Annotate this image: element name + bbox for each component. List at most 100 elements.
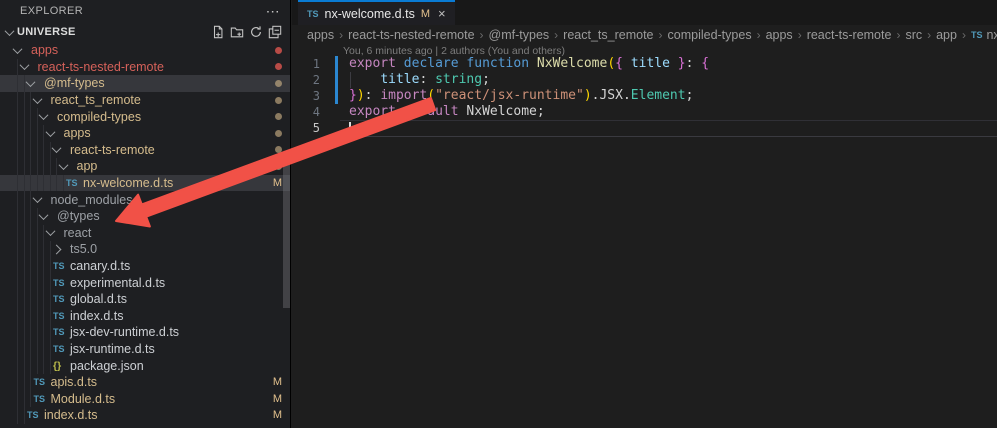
code-token: NxWelcome — [466, 104, 536, 119]
sidebar-scrollbar[interactable] — [283, 157, 290, 308]
breadcrumb-item[interactable]: react-ts-remote — [807, 28, 892, 42]
tree-row[interactable]: app — [0, 158, 291, 175]
tree-indent-guide — [37, 258, 38, 275]
code-token — [396, 56, 404, 71]
chevron-down-icon[interactable] — [40, 113, 55, 120]
tree-row[interactable]: TScanary.d.ts — [0, 258, 291, 275]
tree-row[interactable]: TSindex.d.ts — [0, 308, 291, 325]
tree-row[interactable]: ts5.0 — [0, 241, 291, 258]
chevron-glyph — [45, 226, 55, 236]
code-token: } — [349, 88, 357, 103]
tree-indent-guide — [17, 125, 18, 142]
chevron-down-icon — [5, 26, 15, 36]
tree-row[interactable]: react-ts-nested-remote — [0, 59, 291, 76]
ts-file-icon: TS — [27, 410, 42, 420]
tree-row[interactable]: TSModule.d.tsM — [0, 390, 291, 407]
chevron-right-icon[interactable] — [53, 246, 68, 253]
breadcrumb-item[interactable]: react_ts_remote — [563, 28, 653, 42]
tree-indent-guide — [30, 274, 31, 291]
line-number[interactable]: 3 — [292, 89, 332, 103]
tree-row[interactable]: TSapis.d.tsM — [0, 374, 291, 391]
chevron-down-icon[interactable] — [60, 163, 75, 170]
tree-item-label: index.d.ts — [70, 309, 124, 323]
workspace-section-header[interactable]: UNIVERSE — [0, 22, 290, 42]
code-line[interactable]: 1export declare function NxWelcome({ tit… — [292, 56, 997, 72]
tree-row[interactable]: TSindex.d.tsM — [0, 407, 291, 424]
tab-nx-welcome[interactable]: TS nx-welcome.d.ts M × — [298, 0, 455, 25]
breadcrumb-separator: › — [659, 28, 663, 42]
tree-indent-guide — [24, 390, 25, 407]
chevron-down-icon[interactable] — [34, 196, 49, 203]
tree-row[interactable]: TSjsx-dev-runtime.d.ts — [0, 324, 291, 341]
tree-row[interactable]: TSnx-welcome.d.tsM — [0, 175, 291, 192]
line-number[interactable]: 2 — [292, 73, 332, 87]
refresh-icon[interactable] — [249, 25, 263, 39]
line-number[interactable]: 4 — [292, 105, 332, 119]
tree-indent-guide — [17, 108, 18, 125]
tree-indent-guide — [30, 142, 31, 159]
ts-file-icon: TS — [53, 344, 68, 354]
tree-indent-guide — [24, 225, 25, 242]
chevron-down-icon[interactable] — [40, 213, 55, 220]
tree-row[interactable]: {}package.json — [0, 357, 291, 374]
code-editor[interactable]: You, 6 minutes ago | 2 authors (You and … — [292, 45, 997, 428]
tree-indent-guide — [24, 92, 25, 109]
gitlens-blame-annotation[interactable]: You, 6 minutes ago | 2 authors (You and … — [343, 45, 997, 56]
tree-row[interactable]: TSexperimental.d.ts — [0, 274, 291, 291]
tree-row[interactable]: @types — [0, 208, 291, 225]
tree-row[interactable]: react — [0, 225, 291, 242]
collapse-all-icon[interactable] — [268, 25, 282, 39]
more-actions-icon[interactable]: ⋯ — [266, 6, 280, 16]
new-file-icon[interactable] — [211, 25, 225, 39]
tree-indent-guide — [37, 241, 38, 258]
file-tree: appsreact-ts-nested-remote@mf-typesreact… — [0, 42, 291, 424]
breadcrumb-item[interactable]: app — [936, 28, 957, 42]
tree-item-label: canary.d.ts — [70, 259, 130, 273]
tab-close-icon[interactable]: × — [438, 6, 446, 21]
breadcrumb-item[interactable]: @mf-types — [489, 28, 550, 42]
tree-item-label: nx-welcome.d.ts — [83, 176, 173, 190]
tree-indent-guide — [17, 92, 18, 109]
chevron-down-icon[interactable] — [47, 229, 62, 236]
line-number[interactable]: 1 — [292, 57, 332, 71]
tree-row[interactable]: compiled-types — [0, 108, 291, 125]
code-line[interactable]: 4export default NxWelcome; — [292, 104, 997, 120]
breadcrumb-item[interactable]: react-ts-nested-remote — [348, 28, 474, 42]
tree-row[interactable]: @mf-types — [0, 75, 291, 92]
new-folder-icon[interactable] — [230, 25, 244, 39]
breadcrumb-item[interactable]: compiled-types — [668, 28, 752, 42]
tree-row[interactable]: apps — [0, 125, 291, 142]
line-number[interactable]: 5 — [292, 121, 332, 135]
tree-row[interactable]: TSglobal.d.ts — [0, 291, 291, 308]
tree-indent-guide — [24, 258, 25, 275]
explorer-header: EXPLORER ⋯ — [0, 0, 290, 22]
chevron-down-icon[interactable] — [14, 47, 29, 54]
tree-row[interactable]: node_modules — [0, 191, 291, 208]
chevron-down-icon[interactable] — [47, 130, 62, 137]
chevron-down-icon[interactable] — [21, 63, 36, 70]
breadcrumb-label: react_ts_remote — [563, 28, 653, 42]
tree-indent-guide — [43, 142, 44, 159]
tree-indent-guide — [43, 175, 44, 192]
code-line[interactable]: 2 title: string; — [292, 72, 997, 88]
tree-row[interactable]: apps — [0, 42, 291, 59]
code-line[interactable]: 5 — [292, 120, 997, 136]
tree-row[interactable]: react-ts-remote — [0, 142, 291, 159]
tree-row[interactable]: TSjsx-runtime.d.ts — [0, 341, 291, 358]
tree-indent-guide — [30, 357, 31, 374]
chevron-down-icon[interactable] — [53, 146, 68, 153]
tree-indent-guide — [43, 308, 44, 325]
text-cursor — [349, 122, 351, 135]
breadcrumb-item[interactable]: src — [905, 28, 922, 42]
breadcrumb-item[interactable]: TSnx-welcome.d.ts — [971, 28, 997, 42]
tree-indent-guide — [50, 308, 51, 325]
tree-row[interactable]: react_ts_remote — [0, 92, 291, 109]
breadcrumb-item[interactable]: apps — [766, 28, 793, 42]
chevron-down-icon[interactable] — [27, 80, 42, 87]
breadcrumb-item[interactable]: apps — [307, 28, 334, 42]
breadcrumb-label: nx-welcome.d.ts — [986, 28, 997, 42]
breadcrumb-separator: › — [798, 28, 802, 42]
code-line[interactable]: 3}): import("react/jsx-runtime").JSX.Ele… — [292, 88, 997, 104]
chevron-down-icon[interactable] — [34, 97, 49, 104]
code-text: title: string; — [349, 72, 490, 88]
